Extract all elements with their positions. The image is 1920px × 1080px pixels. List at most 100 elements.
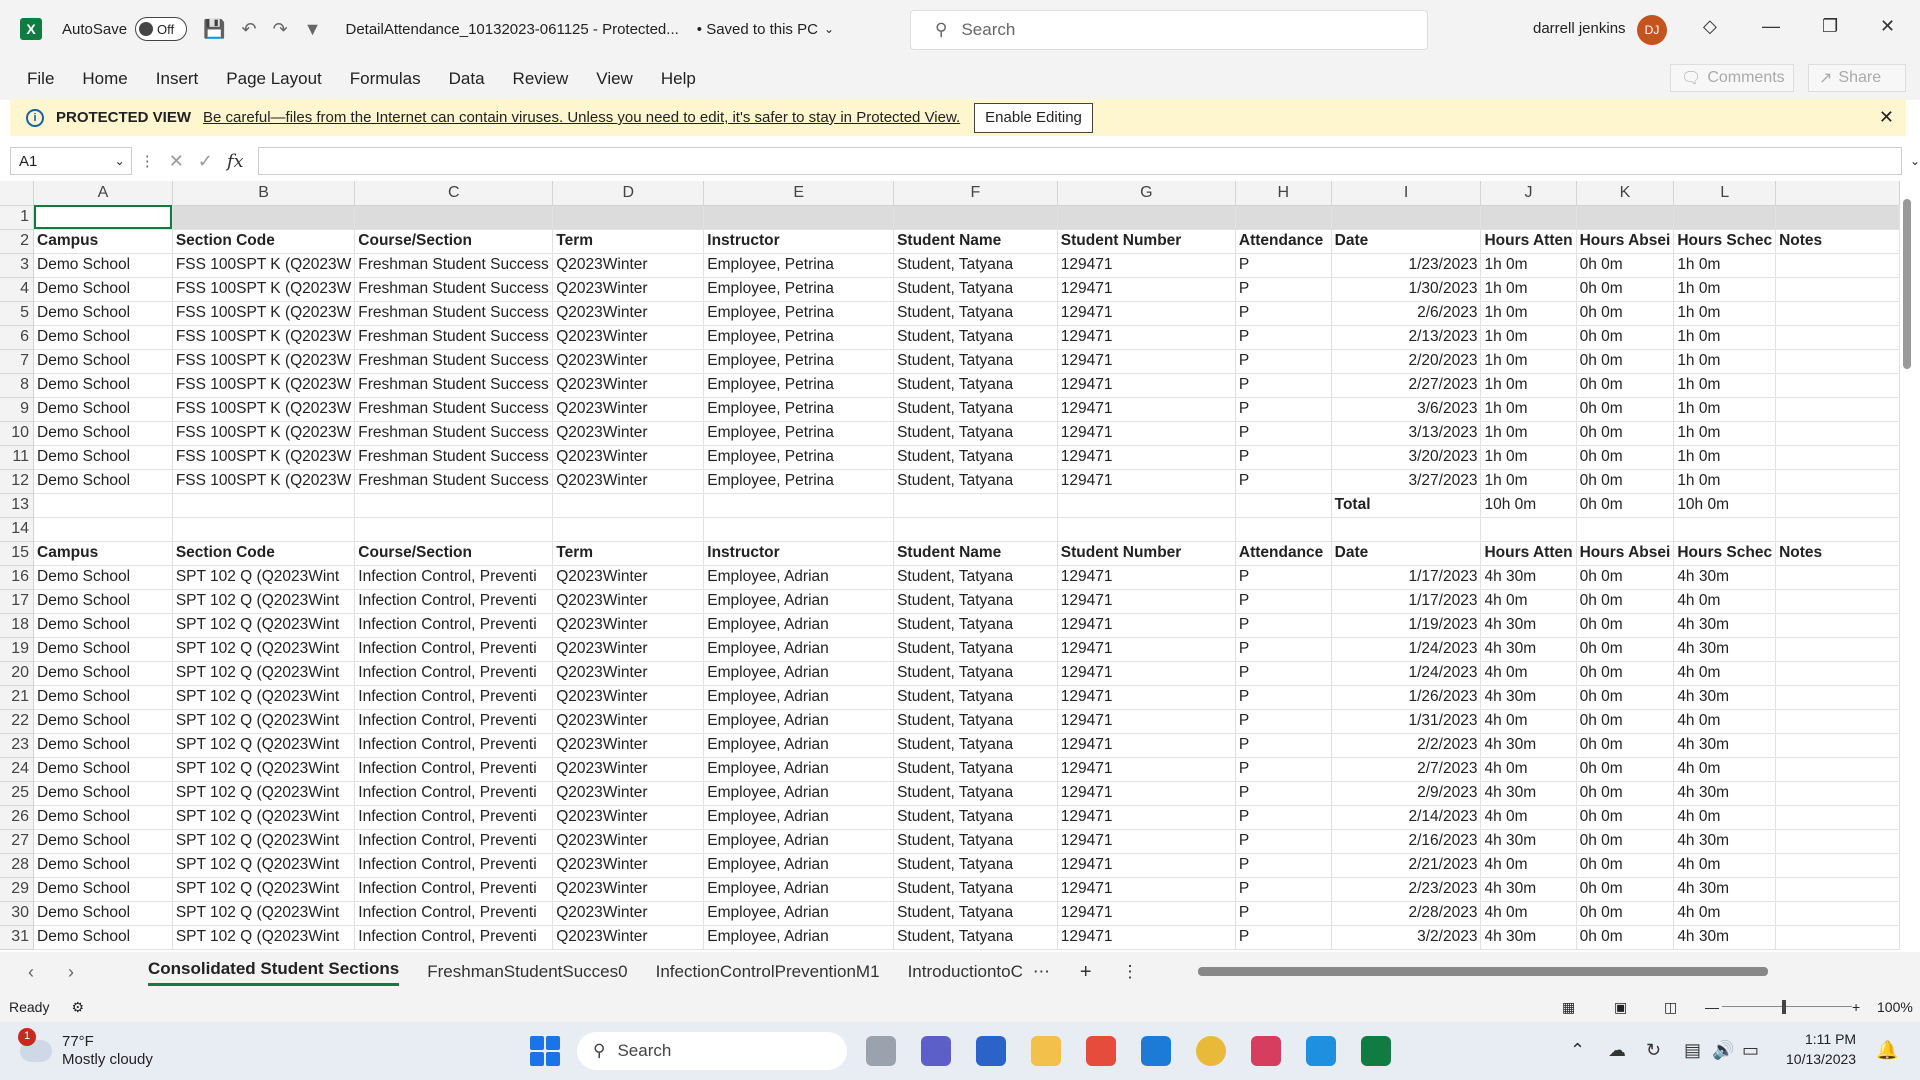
tab-formulas[interactable]: Formulas [350, 69, 421, 89]
cell[interactable]: Infection Control, Preventi [354, 925, 554, 950]
row-header[interactable]: 15 [0, 541, 35, 566]
cell[interactable]: SPT 102 Q (Q2023Wint [172, 637, 356, 662]
cell[interactable]: 1/19/2023 [1331, 613, 1482, 638]
cell[interactable]: Q2023Winter [552, 421, 705, 446]
start-button[interactable] [530, 1036, 560, 1066]
undo-icon[interactable]: ↶ [241, 19, 256, 40]
cell[interactable]: 3/2/2023 [1331, 925, 1482, 950]
cell[interactable]: Demo School [33, 421, 173, 446]
cell[interactable]: 1h 0m [1673, 253, 1777, 278]
cell[interactable]: 2/20/2023 [1331, 349, 1482, 374]
cell[interactable] [1576, 517, 1675, 542]
sheet-tab-intro[interactable]: IntroductiontoC [908, 962, 1023, 982]
tab-review[interactable]: Review [513, 69, 569, 89]
cell[interactable]: 4h 30m [1480, 733, 1577, 758]
cell[interactable]: Student, Tatyana [893, 661, 1058, 686]
row-header[interactable]: 21 [0, 685, 35, 710]
cell[interactable]: Employee, Adrian [703, 853, 895, 878]
cell[interactable] [172, 517, 356, 542]
cell[interactable]: Employee, Adrian [703, 805, 895, 830]
cell[interactable] [1775, 757, 1900, 782]
sheet-tab-consolidated[interactable]: Consolidated Student Sections [148, 959, 400, 986]
cell[interactable]: Infection Control, Preventi [354, 829, 554, 854]
cell[interactable] [1775, 445, 1900, 470]
cell[interactable]: 1/17/2023 [1331, 565, 1482, 590]
cell[interactable] [1775, 397, 1900, 422]
cell[interactable]: Employee, Adrian [703, 781, 895, 806]
cell[interactable]: Q2023Winter [552, 781, 705, 806]
save-icon[interactable]: 💾 [203, 19, 225, 40]
cell[interactable]: 4h 30m [1480, 613, 1577, 638]
cell[interactable]: Student, Tatyana [893, 253, 1058, 278]
cell[interactable] [1775, 733, 1900, 758]
cell[interactable]: Demo School [33, 877, 173, 902]
row-header[interactable]: 26 [0, 805, 35, 830]
cell[interactable] [1673, 205, 1777, 230]
row-header[interactable]: 9 [0, 397, 35, 422]
row-header[interactable]: 14 [0, 517, 35, 542]
cell[interactable]: 129471 [1057, 805, 1236, 830]
row-header[interactable]: 29 [0, 877, 35, 902]
cell[interactable]: 1h 0m [1673, 301, 1777, 326]
cell[interactable]: FSS 100SPT K (Q2023W [172, 445, 356, 470]
cell[interactable]: Date [1331, 541, 1482, 566]
cell[interactable]: 0h 0m [1576, 397, 1675, 422]
cell[interactable]: 4h 30m [1480, 565, 1577, 590]
cell[interactable]: Demo School [33, 709, 173, 734]
cell[interactable]: P [1235, 565, 1332, 590]
cell[interactable]: Infection Control, Preventi [354, 637, 554, 662]
cell[interactable]: Demo School [33, 901, 173, 926]
cell[interactable]: SPT 102 Q (Q2023Wint [172, 781, 356, 806]
cell[interactable] [1331, 205, 1482, 230]
formula-input[interactable] [257, 147, 1902, 175]
cell[interactable]: Freshman Student Success [354, 397, 554, 422]
cell[interactable]: 0h 0m [1576, 877, 1675, 902]
cell[interactable]: 129471 [1057, 925, 1236, 950]
column-header[interactable] [1775, 181, 1900, 206]
row-header[interactable]: 11 [0, 445, 35, 470]
cell[interactable]: 0h 0m [1576, 829, 1675, 854]
row-header[interactable]: 22 [0, 709, 35, 734]
cell[interactable]: Demo School [33, 301, 173, 326]
cell[interactable]: 0h 0m [1576, 277, 1675, 302]
cell[interactable]: 3/27/2023 [1331, 469, 1482, 494]
cell[interactable] [1057, 205, 1236, 230]
cell[interactable]: 4h 30m [1673, 829, 1777, 854]
cell[interactable]: 10h 0m [1480, 493, 1577, 518]
cell[interactable]: 0h 0m [1576, 709, 1675, 734]
cell[interactable]: P [1235, 925, 1332, 950]
tab-view[interactable]: View [596, 69, 633, 89]
cell[interactable]: SPT 102 Q (Q2023Wint [172, 853, 356, 878]
cell[interactable]: Q2023Winter [552, 613, 705, 638]
row-header[interactable]: 3 [0, 253, 35, 278]
cell[interactable] [1775, 349, 1900, 374]
cell[interactable]: 0h 0m [1576, 925, 1675, 950]
cell[interactable]: P [1235, 301, 1332, 326]
cell[interactable]: Student, Tatyana [893, 829, 1058, 854]
cell[interactable]: Attendance [1235, 229, 1332, 254]
cell[interactable]: Demo School [33, 277, 173, 302]
autosave-control[interactable]: AutoSave Off [62, 17, 188, 41]
chevron-down-icon[interactable]: ⌄ [1910, 154, 1920, 168]
cell[interactable]: 0h 0m [1576, 469, 1675, 494]
cell[interactable]: 1h 0m [1480, 325, 1577, 350]
cell[interactable]: Term [552, 541, 705, 566]
chevron-up-icon[interactable]: ⌃ [1570, 1040, 1585, 1061]
row-header[interactable]: 8 [0, 373, 35, 398]
cell[interactable]: 1/24/2023 [1331, 637, 1482, 662]
cell[interactable]: Q2023Winter [552, 589, 705, 614]
cell[interactable]: Q2023Winter [552, 829, 705, 854]
taskbar-search[interactable]: ⚲ Search [577, 1032, 847, 1070]
cell[interactable] [703, 493, 895, 518]
cell[interactable] [893, 493, 1058, 518]
cell[interactable]: 129471 [1057, 901, 1236, 926]
cell[interactable]: Student, Tatyana [893, 277, 1058, 302]
cell[interactable]: Infection Control, Preventi [354, 565, 554, 590]
cell[interactable]: Infection Control, Preventi [354, 805, 554, 830]
cell[interactable]: 129471 [1057, 565, 1236, 590]
cell[interactable]: Student, Tatyana [893, 301, 1058, 326]
cell[interactable]: 129471 [1057, 373, 1236, 398]
cell[interactable]: Hours Atten [1480, 541, 1577, 566]
chevron-down-icon[interactable]: ⌄ [824, 22, 834, 36]
cell[interactable] [1775, 637, 1900, 662]
